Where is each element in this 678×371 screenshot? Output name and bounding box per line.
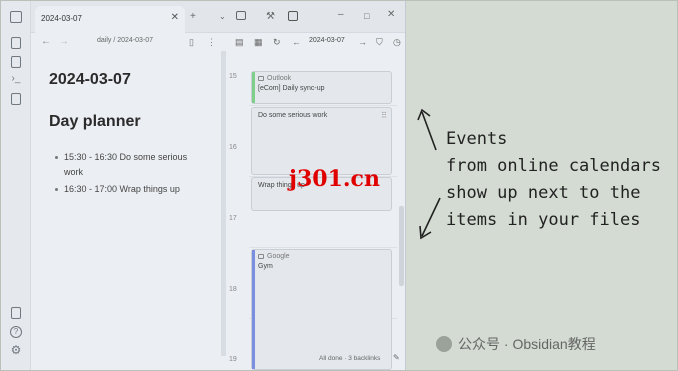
- lock-icon: [258, 76, 264, 81]
- event-source-text: Outlook: [267, 75, 292, 82]
- left-ribbon: ›_ ? ⚙: [1, 1, 31, 370]
- board-icon[interactable]: ▦: [254, 37, 263, 47]
- status-bar: All done · 3 backlinks: [319, 355, 381, 362]
- help-icon[interactable]: ?: [10, 326, 22, 338]
- planner-item[interactable]: Do some serious work ⠿: [251, 107, 392, 175]
- maximize-icon[interactable]: □: [364, 10, 369, 22]
- calendar-event[interactable]: Outlook [eCom] Daily sync-up: [251, 71, 392, 104]
- drag-handle-icon[interactable]: ⠿: [381, 111, 387, 120]
- annotation-line: Events: [446, 129, 508, 149]
- clock-icon[interactable]: ◷: [393, 37, 401, 47]
- edit-icon[interactable]: ✎: [393, 353, 400, 362]
- timeline: 15 16 17 18 19 Outlook [eCom] Daily sync…: [227, 59, 397, 370]
- annotation-line: items in your files: [446, 210, 641, 230]
- event-accent: [252, 250, 255, 369]
- minimize-icon[interactable]: –: [338, 9, 344, 21]
- timeline-scrollbar[interactable]: [399, 206, 404, 286]
- reading-view-icon[interactable]: ▯: [189, 37, 194, 48]
- day-planner-icon[interactable]: [288, 11, 298, 21]
- calendar-event[interactable]: Google Gym: [251, 249, 392, 370]
- close-tab-icon[interactable]: ✕: [171, 12, 179, 23]
- event-title: Gym: [258, 263, 273, 270]
- list-item-text-cont: work: [64, 167, 84, 177]
- hour-label: 18: [229, 286, 237, 293]
- list-item-text: 15:30 - 16:30 Do some serious: [64, 152, 188, 162]
- close-window-icon[interactable]: ✕: [387, 9, 395, 21]
- publish-icon[interactable]: [11, 307, 21, 319]
- event-title: [eCom] Daily sync-up: [258, 85, 325, 92]
- calendar-icon[interactable]: [11, 56, 21, 68]
- forward-icon[interactable]: →: [59, 36, 69, 47]
- chevron-down-icon[interactable]: ⌄: [219, 11, 226, 23]
- bullet-icon: [55, 188, 58, 191]
- section-heading: Day planner: [49, 113, 141, 130]
- list-item-text: 16:30 - 17:00 Wrap things up: [64, 184, 180, 194]
- calendar-grid-icon[interactable]: [11, 93, 21, 105]
- bullet-icon: [55, 156, 58, 159]
- next-day-icon[interactable]: →: [358, 37, 367, 47]
- tab-note[interactable]: 2024-03-07 ✕: [35, 6, 185, 33]
- list-item[interactable]: 15:30 - 16:30 Do some serious work: [55, 150, 207, 180]
- annotation-line: from online calendars: [446, 156, 661, 176]
- prev-day-icon[interactable]: ←: [292, 37, 301, 47]
- half-hour-line: [249, 105, 397, 106]
- hour-label: 15: [229, 73, 237, 80]
- event-source: Google: [258, 253, 290, 260]
- tab-strip: 2024-03-07 ✕ + ⌄ ⚒ – □ ✕: [31, 1, 405, 33]
- filter-icon[interactable]: ⛉: [376, 37, 383, 47]
- event-source-text: Google: [267, 253, 290, 260]
- half-hour-line: [249, 247, 397, 248]
- back-icon[interactable]: ←: [41, 36, 51, 47]
- annotation-arrows: [417, 108, 441, 240]
- tools-icon[interactable]: ⚒: [266, 11, 275, 23]
- brand-text: 公众号 · Obsidian教程: [458, 336, 596, 352]
- folder-icon[interactable]: [11, 37, 21, 49]
- timeline-date[interactable]: 2024-03-07: [309, 37, 345, 44]
- item-title: Do some serious work: [258, 112, 328, 119]
- hour-label: 19: [229, 356, 237, 363]
- terminal-icon[interactable]: ›_: [10, 73, 22, 85]
- more-options-icon[interactable]: ⋮: [207, 37, 216, 48]
- breadcrumb-file[interactable]: 2024-03-07: [117, 37, 153, 44]
- annotation-line: show up next to the: [446, 183, 641, 203]
- tab-title: 2024-03-07: [41, 14, 82, 23]
- timeline-toolbar: ▤ ▦ ↻ ← 2024-03-07 → ⛉ ◷: [227, 33, 405, 51]
- note-content: 2024-03-07 Day planner 15:30 - 16:30 Do …: [31, 51, 221, 370]
- open-note-icon[interactable]: ▤: [235, 37, 244, 47]
- refresh-icon[interactable]: ↻: [273, 37, 281, 47]
- watermark: j301.cn: [289, 166, 380, 192]
- annotation-text: Events from online calendars show up nex…: [446, 126, 678, 234]
- breadcrumb-folder[interactable]: daily: [97, 37, 111, 44]
- lock-icon: [258, 254, 264, 259]
- list-item[interactable]: 16:30 - 17:00 Wrap things up: [55, 182, 207, 197]
- note-navbar: ← → daily / 2024-03-07 ▯ ⋮: [31, 33, 221, 51]
- brand-caption: 公众号 · Obsidian教程: [436, 334, 596, 354]
- wechat-icon: [436, 336, 452, 352]
- settings-icon[interactable]: ⚙: [10, 344, 22, 356]
- event-accent: [252, 72, 255, 103]
- note-title: 2024-03-07: [49, 71, 131, 88]
- hour-label: 17: [229, 215, 237, 222]
- right-sidebar-toggle-icon[interactable]: [236, 11, 246, 20]
- event-source: Outlook: [258, 75, 291, 82]
- hour-label: 16: [229, 144, 237, 151]
- breadcrumb: daily / 2024-03-07: [97, 37, 153, 44]
- new-tab-icon[interactable]: +: [190, 11, 196, 23]
- sidebar-toggle-icon[interactable]: [10, 11, 22, 23]
- note-scrollbar[interactable]: [221, 51, 226, 356]
